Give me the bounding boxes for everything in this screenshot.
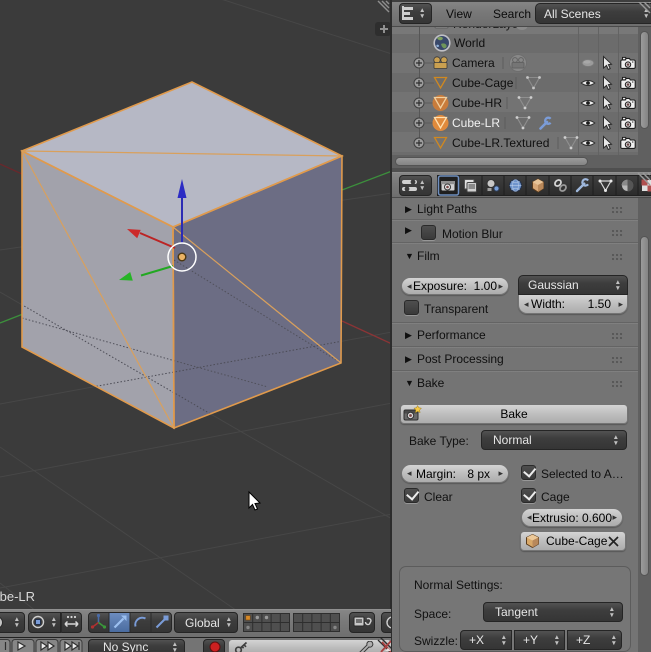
svg-text:Cube-LR: Cube-LR bbox=[0, 589, 35, 604]
svg-text:Cube-LR.Textured: Cube-LR.Textured bbox=[452, 136, 549, 150]
svg-text:Cube-HR: Cube-HR bbox=[452, 96, 502, 110]
svg-text:Camera: Camera bbox=[452, 56, 495, 70]
svg-text:Cube-Cage: Cube-Cage bbox=[452, 76, 514, 90]
svg-text:Cube-LR: Cube-LR bbox=[452, 116, 500, 130]
svg-text:World: World bbox=[454, 36, 485, 50]
